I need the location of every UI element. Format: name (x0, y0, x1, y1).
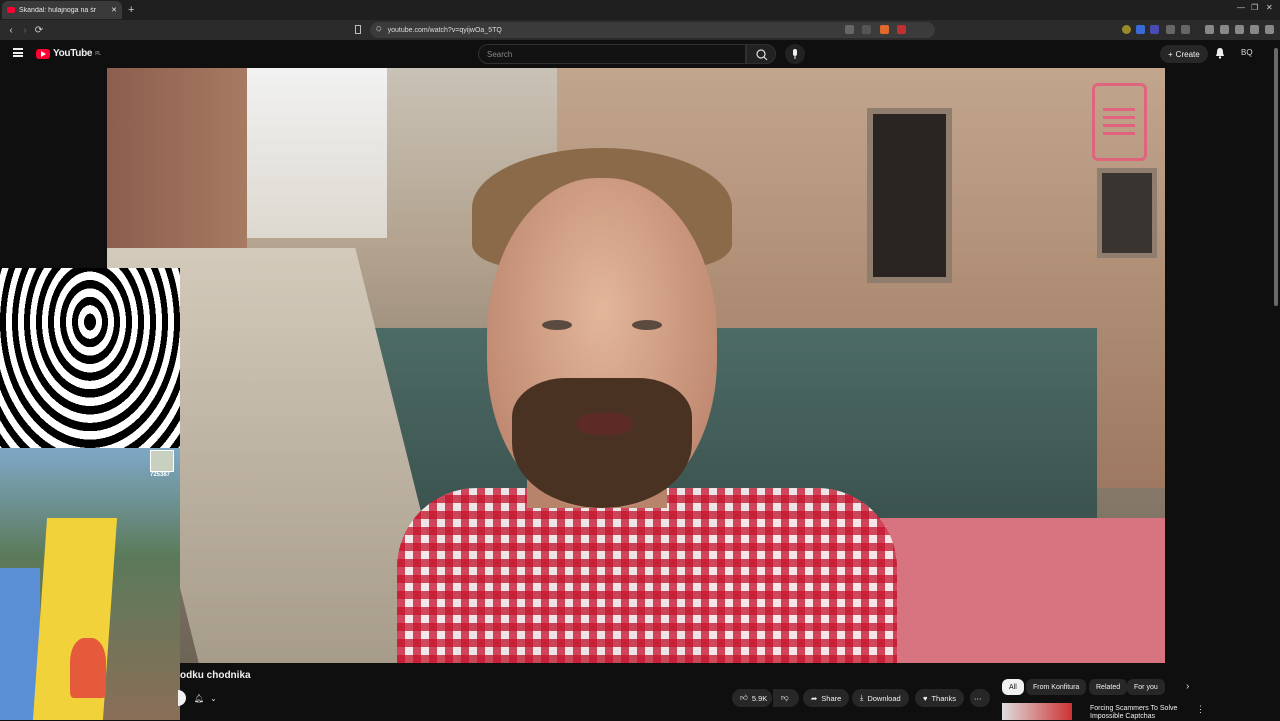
extension-icon[interactable] (1122, 25, 1131, 34)
video-frame-mouth (577, 413, 632, 435)
thumbs-down-icon: 👎︎ (781, 693, 789, 702)
extension-icon[interactable] (1166, 25, 1175, 34)
youtube-header: YouTube PL Search + Create BQ (0, 40, 1280, 68)
more-actions-button[interactable]: ⋯ (970, 689, 990, 707)
thanks-icon: ♥ (923, 693, 928, 703)
create-label: Create (1175, 49, 1200, 59)
region-code: PL (95, 50, 101, 57)
search-button[interactable] (746, 44, 776, 64)
like-button[interactable]: 👍︎ 5.9K (732, 689, 772, 707)
recommended-video-title[interactable]: Forcing Scammers To Solve Impossible Cap… (1090, 705, 1190, 721)
chips-next-icon[interactable]: › (1186, 681, 1189, 692)
hypnotic-spiral-overlay (0, 268, 180, 448)
new-tab-button[interactable]: + (128, 4, 134, 16)
hamburger-menu-icon[interactable] (13, 48, 23, 57)
url-text: youtube.com/watch?v=qyijwOa_5TQ (387, 26, 502, 34)
close-window-icon[interactable]: ✕ (1266, 3, 1273, 12)
chip-all[interactable]: All (1002, 679, 1024, 695)
bell-icon: 🔔︎ (194, 693, 205, 703)
video-player[interactable] (107, 68, 1165, 663)
extensions-icon[interactable] (1250, 25, 1259, 34)
share-button[interactable]: ➦ Share (803, 689, 850, 707)
wallet-icon[interactable] (1235, 25, 1244, 34)
chip-for-you[interactable]: For you (1127, 679, 1165, 695)
menu-icon[interactable] (1265, 25, 1274, 34)
back-button[interactable]: ‹ (4, 25, 18, 36)
reload-button[interactable]: ⟳ (32, 25, 46, 36)
chip-related[interactable]: Related (1089, 679, 1128, 695)
search-input[interactable]: Search (478, 44, 746, 64)
subscribe-button[interactable] (178, 690, 186, 706)
player-avatar (150, 450, 174, 472)
video-frame-beard (512, 378, 692, 508)
maximize-icon[interactable]: ❐ (1251, 3, 1258, 12)
tab-close-icon[interactable]: ✕ (111, 6, 117, 14)
media-icon[interactable] (1205, 25, 1214, 34)
video-frame-person (327, 108, 897, 663)
account-avatar[interactable]: BQ (1241, 48, 1253, 57)
thumbs-up-icon: 👍︎ (740, 693, 748, 702)
thanks-button[interactable]: ♥ Thanks (915, 689, 965, 707)
browser-tab-bar: Skandal: hulajnoga na śr ✕ + — ❐ ✕ (0, 0, 1280, 20)
video-frame-eye (542, 320, 572, 330)
browser-tab[interactable]: Skandal: hulajnoga na śr ✕ (2, 1, 122, 19)
create-button[interactable]: + Create (1160, 45, 1208, 63)
translate-icon[interactable] (862, 25, 871, 34)
brave-shield-icon[interactable] (880, 25, 889, 34)
download-label: Download (867, 693, 901, 703)
game-score-badge: 725387 (150, 450, 176, 486)
chevron-down-icon: ⌄ (210, 693, 217, 703)
extension-icon[interactable] (1150, 25, 1159, 34)
game-score: 725387 (150, 472, 171, 478)
search-icon (756, 49, 768, 61)
recommended-video-thumbnail[interactable] (1002, 703, 1072, 720)
youtube-play-icon (36, 48, 50, 59)
video-frame-eye (632, 320, 662, 330)
download-button[interactable]: ⤓ Download (852, 689, 909, 707)
download-icon: ⤓ (860, 693, 864, 702)
forward-button[interactable]: › (18, 25, 32, 36)
tab-title: Skandal: hulajnoga na śr (19, 6, 97, 14)
video-frame-window (867, 108, 952, 283)
video-title: odku chodnika (180, 670, 251, 681)
site-info-icon[interactable]: ⛭ (376, 26, 382, 34)
voice-search-button[interactable] (785, 44, 805, 64)
share-icon: ➦ (811, 693, 818, 703)
microphone-icon (793, 49, 797, 59)
dislike-button[interactable]: 👎︎ (773, 689, 799, 707)
bookmark-icon[interactable] (355, 25, 361, 34)
chip-from-konfitura[interactable]: From Konfitura (1026, 679, 1087, 695)
recommended-more-icon[interactable]: ⋮ (1196, 704, 1205, 715)
like-count: 5.9K (751, 693, 768, 703)
share-label: Share (821, 693, 842, 703)
video-frame-window (1097, 168, 1157, 258)
video-frame-shirt-pattern (397, 488, 897, 663)
youtube-favicon-icon (7, 7, 15, 13)
brave-rewards-icon[interactable] (897, 25, 906, 34)
youtube-logo[interactable]: YouTube PL (36, 48, 101, 59)
thanks-label: Thanks (931, 693, 957, 703)
game-runner-character (70, 638, 106, 698)
browser-toolbar: ‹ › ⟳ ⛭ youtube.com/watch?v=qyijwOa_5TQ (0, 20, 1280, 40)
page-scrollbar[interactable] (1274, 48, 1278, 306)
sidebar-icon[interactable] (1220, 25, 1229, 34)
channel-watermark-icon[interactable] (1092, 83, 1147, 161)
plus-icon: + (1168, 49, 1173, 59)
logo-text: YouTube (53, 48, 93, 59)
extension-icon[interactable] (1136, 25, 1145, 34)
notifications-bell-icon[interactable] (1215, 47, 1225, 59)
mobile-game-overlay: 725387 (0, 448, 180, 720)
extension-icon[interactable] (1181, 25, 1190, 34)
cast-icon[interactable] (845, 25, 854, 34)
minimize-icon[interactable]: — (1237, 3, 1245, 12)
notification-preference[interactable]: 🔔︎ ⌄ (190, 690, 221, 706)
